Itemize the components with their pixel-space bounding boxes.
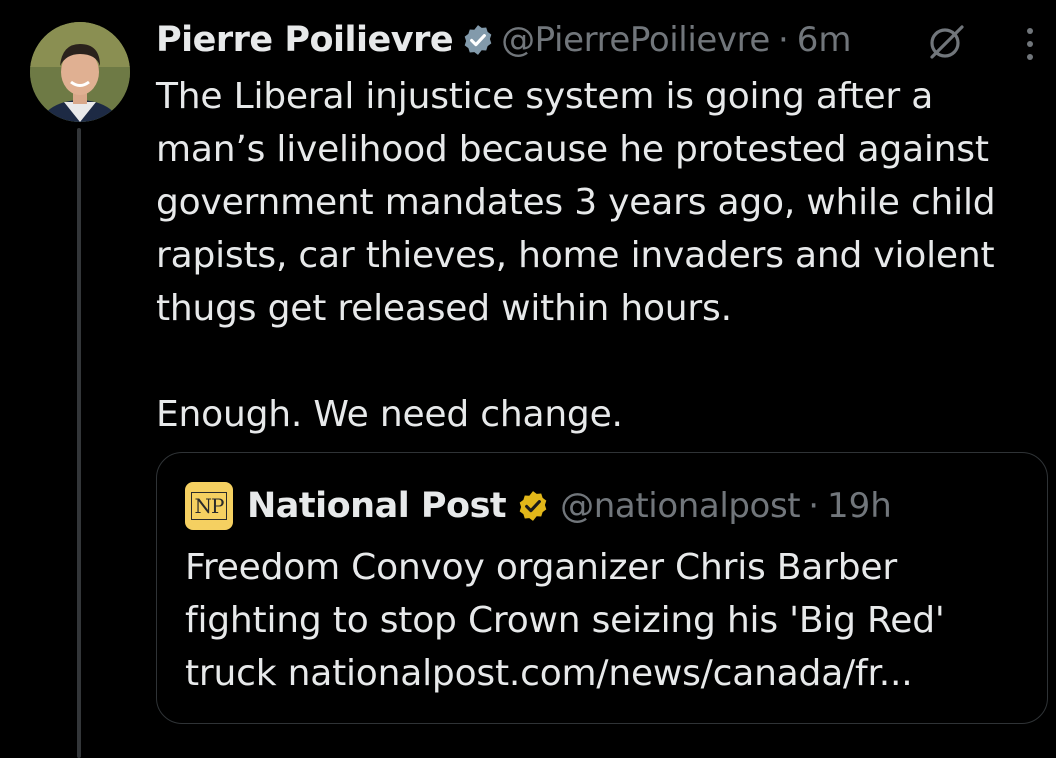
- separator-dot: ·: [777, 20, 789, 60]
- quoted-tweet-text: Freedom Convoy organizer Chris Barber fi…: [185, 541, 1025, 700]
- quoted-tweet-timestamp[interactable]: 19h: [827, 486, 892, 526]
- tweet[interactable]: Pierre Poilievre @PierrePoilievre · 6m T…: [0, 0, 1056, 758]
- tweet-text-line: government mandates 3 years ago, while c…: [156, 182, 996, 223]
- quoted-author-handle[interactable]: @nationalpost: [560, 486, 800, 526]
- quoted-tweet-header: NP National Post @nationalpost · 19h: [185, 481, 892, 531]
- grok-icon[interactable]: [926, 22, 966, 62]
- author-handle[interactable]: @PierrePoilievre: [501, 20, 770, 60]
- verified-badge-icon[interactable]: [461, 23, 495, 57]
- tweet-text: The Liberal injustice system is going af…: [156, 70, 1036, 441]
- quoted-author-name[interactable]: National Post: [247, 486, 507, 526]
- more-options-icon[interactable]: [1020, 22, 1040, 66]
- tweet-text-line: The Liberal injustice system is going af…: [156, 76, 934, 117]
- tweet-text-closing: Enough. We need change.: [156, 394, 623, 435]
- separator-dot: ·: [808, 486, 820, 526]
- quoted-tweet-card[interactable]: NP National Post @nationalpost · 19h Fre…: [156, 452, 1048, 724]
- author-name[interactable]: Pierre Poilievre: [156, 20, 454, 60]
- logo-text: NP: [190, 492, 228, 520]
- tweet-text-line: thugs get released within hours.: [156, 288, 732, 329]
- quoted-text-line: truck nationalpost.com/news/canada/fr...: [185, 653, 913, 694]
- national-post-logo[interactable]: NP: [185, 482, 233, 530]
- thread-line: [77, 128, 81, 758]
- tweet-text-line: man’s livelihood because he protested ag…: [156, 129, 989, 170]
- tweet-timestamp[interactable]: 6m: [797, 20, 852, 60]
- avatar[interactable]: [30, 22, 130, 122]
- avatar-photo: [30, 22, 130, 122]
- tweet-header: Pierre Poilievre @PierrePoilievre · 6m: [156, 14, 1036, 66]
- quoted-text-line: Freedom Convoy organizer Chris Barber: [185, 547, 897, 588]
- tweet-text-line: rapists, car thieves, home invaders and …: [156, 235, 995, 276]
- quoted-text-line: fighting to stop Crown seizing his 'Big …: [185, 600, 945, 641]
- gold-verified-badge-icon[interactable]: [516, 489, 550, 523]
